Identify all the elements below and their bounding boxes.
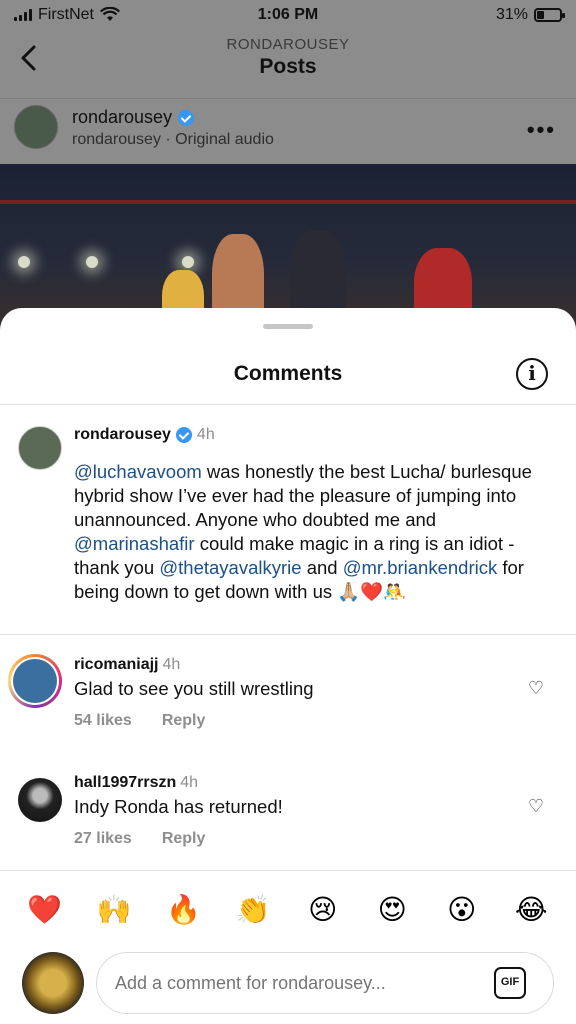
likes-count[interactable]: 27 likes	[74, 830, 132, 848]
mention-link[interactable]: @luchavavoom	[74, 461, 202, 482]
info-icon[interactable]: i	[516, 358, 548, 390]
post-username-label: rondarousey	[72, 107, 173, 127]
more-options-icon[interactable]: •••	[527, 117, 556, 143]
page-title: Posts	[259, 55, 317, 78]
crying-emoji-button[interactable]: 😢	[300, 888, 346, 932]
comment-composer: GIF	[0, 948, 576, 1024]
post-audio-label[interactable]: rondarousey · Original audio	[72, 131, 274, 149]
comments-sheet: Comments i rondarousey 4h @luchavavoom w…	[0, 308, 576, 1024]
raised-hands-emoji-button[interactable]: 🙌	[91, 888, 137, 932]
sheet-grabber[interactable]	[263, 324, 313, 329]
caption-header: rondarousey 4h	[74, 426, 215, 444]
comment-meta: 54 likes Reply	[74, 712, 205, 730]
comment-meta: 27 likes Reply	[74, 830, 205, 848]
divider	[0, 870, 576, 871]
verified-badge-icon	[178, 109, 195, 126]
likes-count[interactable]: 54 likes	[74, 712, 132, 730]
caption-text: @luchavavoom was honestly the best Lucha…	[74, 460, 556, 604]
clapping-emoji-button[interactable]: 👏	[230, 888, 276, 932]
caption-username[interactable]: rondarousey	[74, 426, 171, 444]
comment-username[interactable]: hall1997rrszn	[74, 774, 176, 791]
reply-button[interactable]: Reply	[162, 830, 206, 848]
post-author-row: rondarousey rondarousey · Original audio…	[0, 98, 576, 162]
heart-outline-icon[interactable]: ♡	[528, 678, 544, 699]
back-arrow-icon[interactable]	[16, 44, 44, 72]
heart-eyes-emoji-button[interactable]: 😍	[369, 888, 415, 932]
post-username[interactable]: rondarousey	[72, 107, 195, 128]
comment-username[interactable]: ricomaniajj	[74, 656, 158, 673]
gif-button[interactable]: GIF	[494, 967, 526, 999]
mention-link[interactable]: @marinashafir	[74, 533, 195, 554]
status-bar: FirstNet 1:06 PM 31%	[0, 0, 576, 30]
laughing-emoji-button[interactable]: 😂	[508, 888, 554, 932]
emoji-quick-bar: ❤️ 🙌 🔥 👏 😢 😍 😮 😂	[0, 888, 576, 932]
heart-emoji-button[interactable]: ❤️	[22, 888, 68, 932]
heart-outline-icon[interactable]: ♡	[528, 796, 544, 817]
mention-link[interactable]: @mr.briankendrick	[343, 557, 498, 578]
story-ring-avatar[interactable]	[8, 654, 62, 708]
post-caption: rondarousey 4h @luchavavoom was honestly…	[0, 418, 576, 634]
header-subtitle: RONDAROUSEY	[226, 36, 350, 53]
comment-timestamp: 4h	[180, 774, 199, 791]
reply-button[interactable]: Reply	[162, 712, 206, 730]
comment-text: Glad to see you still wrestling	[74, 678, 314, 699]
surprised-emoji-button[interactable]: 😮	[439, 888, 485, 932]
posts-header: RONDAROUSEY Posts	[0, 30, 576, 94]
comment-item: hall1997rrszn 4h Indy Ronda has returned!…	[0, 768, 576, 878]
status-time: 1:06 PM	[257, 6, 319, 23]
stage-light	[86, 256, 98, 268]
avatar[interactable]	[18, 426, 62, 470]
avatar[interactable]	[18, 778, 62, 822]
battery-icon	[534, 8, 565, 22]
ring-rope	[0, 200, 576, 204]
fire-emoji-button[interactable]: 🔥	[161, 888, 207, 932]
comment-text: Indy Ronda has returned!	[74, 796, 283, 817]
comment-timestamp: 4h	[162, 656, 181, 673]
current-user-avatar	[22, 952, 84, 1014]
divider	[0, 634, 576, 635]
caption-timestamp: 4h	[196, 426, 215, 443]
comment-header: ricomaniajj 4h	[74, 656, 180, 674]
post-avatar[interactable]	[14, 105, 58, 149]
status-right: 31%	[495, 6, 565, 24]
stage-light	[18, 256, 30, 268]
comment-item: ricomaniajj 4h Glad to see you still wres…	[0, 650, 576, 760]
stage-light	[182, 256, 194, 268]
mention-link[interactable]: @thetayavalkyrie	[159, 557, 301, 578]
divider	[0, 404, 576, 405]
battery-percent: 31%	[495, 6, 528, 23]
comment-header: hall1997rrszn 4h	[74, 774, 198, 792]
comment-input[interactable]	[96, 952, 554, 1014]
sheet-title: Comments	[233, 362, 343, 385]
caption-text-segment: and	[301, 557, 343, 578]
verified-badge-icon	[175, 427, 192, 443]
